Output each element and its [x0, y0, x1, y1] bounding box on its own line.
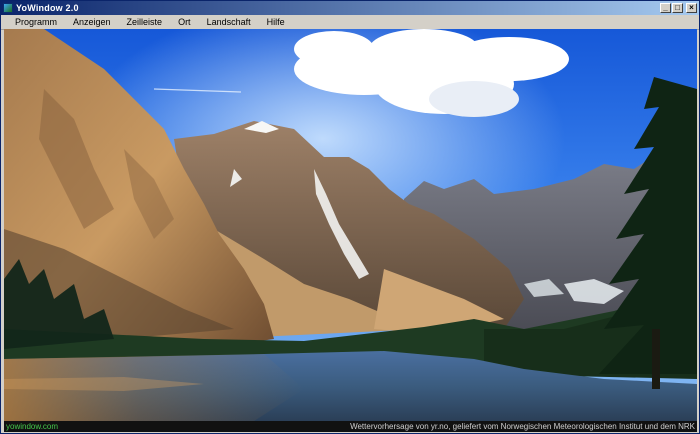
landscape-scene[interactable] [4, 29, 697, 421]
menu-programm[interactable]: Programm [1, 17, 65, 27]
status-bar: yowindow.com Wettervorhersage von yr.no,… [4, 421, 697, 432]
window-title: YoWindow 2.0 [16, 3, 79, 13]
maximize-button[interactable]: □ [672, 3, 683, 13]
menu-ort[interactable]: Ort [170, 17, 199, 27]
website-link[interactable]: yowindow.com [4, 422, 58, 431]
menu-hilfe[interactable]: Hilfe [259, 17, 293, 27]
menu-zeilleiste[interactable]: Zeilleiste [119, 17, 171, 27]
landscape-illustration [4, 29, 697, 421]
title-bar[interactable]: YoWindow 2.0 _ □ × [1, 1, 699, 15]
window-controls: _ □ × [660, 3, 697, 13]
menu-bar: Programm Anzeigen Zeilleiste Ort Landsch… [1, 15, 699, 30]
close-button[interactable]: × [686, 3, 697, 13]
app-icon [3, 3, 13, 13]
forecast-credit: Wettervorhersage von yr.no, geliefert vo… [350, 422, 695, 431]
menu-landschaft[interactable]: Landschaft [199, 17, 259, 27]
app-window: YoWindow 2.0 _ □ × Programm Anzeigen Zei… [0, 0, 700, 434]
menu-anzeigen[interactable]: Anzeigen [65, 17, 119, 27]
minimize-button[interactable]: _ [660, 3, 671, 13]
